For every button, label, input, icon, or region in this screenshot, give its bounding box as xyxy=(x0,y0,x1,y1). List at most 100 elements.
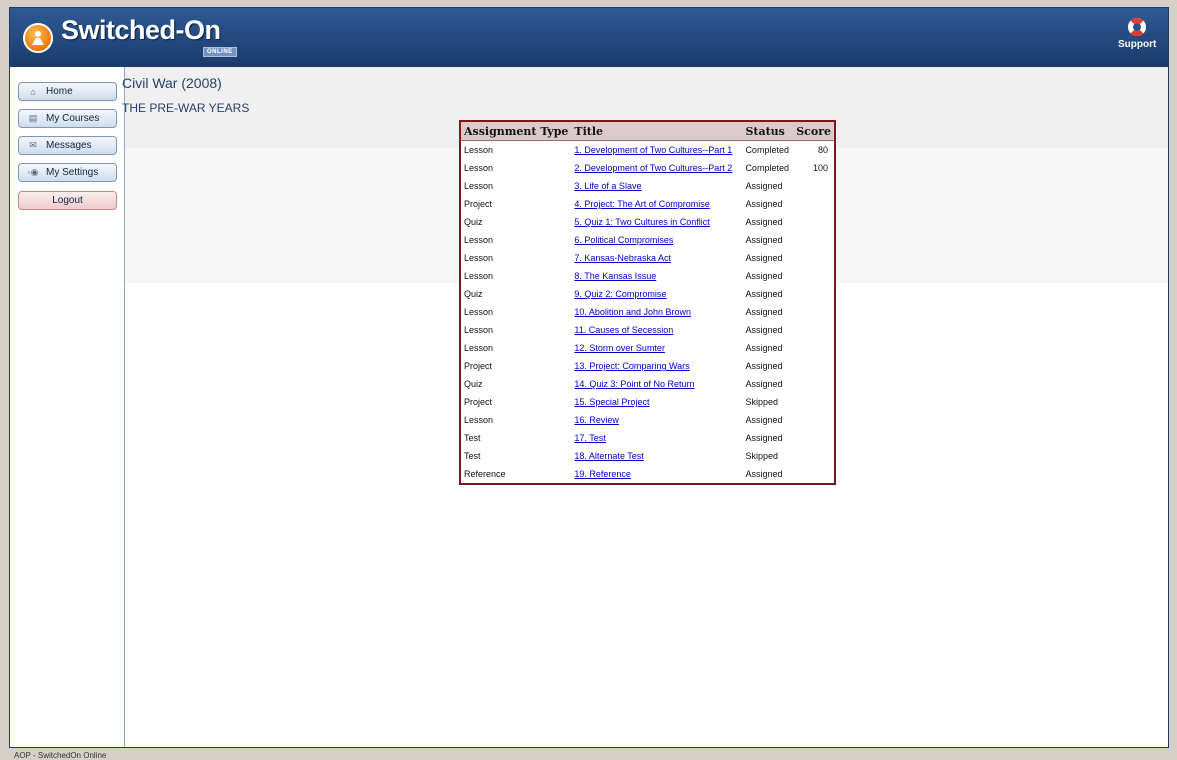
assignment-type-cell: Lesson xyxy=(464,415,494,425)
column-header-title: Title xyxy=(571,121,743,141)
envelope-icon: ✉ xyxy=(29,140,37,150)
app-logo-subtitle: ONLINE xyxy=(203,47,237,57)
document-icon: ▤ xyxy=(28,113,38,123)
assignment-type-cell: Reference xyxy=(464,469,506,479)
title-cell: 14. Quiz 3: Point of No Return xyxy=(571,375,742,393)
sidebar-item-label: Messages xyxy=(46,140,92,151)
assignment-type-cell: Quiz xyxy=(464,379,483,389)
assignment-link[interactable]: 12. Storm over Sumter xyxy=(574,343,665,353)
status-cell: Assigned xyxy=(745,235,783,245)
title-cell: 8. The Kansas Issue xyxy=(571,267,742,285)
score-cell xyxy=(793,321,835,339)
title-cell: 18. Alternate Test xyxy=(571,447,742,465)
title-cell: 3. Life of a Slave xyxy=(571,177,742,195)
status-cell: Assigned xyxy=(745,271,783,281)
table-row: Lesson 10. Abolition and John Brown Assign… xyxy=(460,303,835,321)
home-icon: ⌂ xyxy=(30,86,36,97)
assignment-link[interactable]: 16. Review xyxy=(574,415,619,425)
score-cell xyxy=(793,231,835,249)
assignments-table-body: Lesson 1. Development of Two Cultures--Pa… xyxy=(460,141,835,485)
assignment-link[interactable]: 9. Quiz 2: Compromise xyxy=(574,289,666,299)
assignment-type-cell: Lesson xyxy=(464,253,494,263)
assignment-link[interactable]: 7. Kansas-Nebraska Act xyxy=(574,253,671,263)
assignment-type-cell: Project xyxy=(464,199,493,209)
assignment-link[interactable]: 14. Quiz 3: Point of No Return xyxy=(574,379,694,389)
assignment-link[interactable]: 15. Special Project xyxy=(574,397,649,407)
score-cell xyxy=(793,411,835,429)
status-cell: Assigned xyxy=(745,415,783,425)
assignment-link[interactable]: 19. Reference xyxy=(574,469,631,479)
table-row: Project 13. Project: Comparing Wars Assign… xyxy=(460,357,835,375)
assignment-link[interactable]: 18. Alternate Test xyxy=(574,451,643,461)
assignment-link[interactable]: 4. Project: The Art of Compromise xyxy=(574,199,709,209)
table-row: Lesson 12. Storm over Sumter Assigned xyxy=(460,339,835,357)
title-cell: 2. Development of Two Cultures--Part 2 xyxy=(571,159,742,177)
assignment-link[interactable]: 1. Development of Two Cultures--Part 1 xyxy=(574,145,732,155)
unit-title: THE PRE-WAR YEARS xyxy=(122,101,250,115)
assignment-type-cell: Lesson xyxy=(464,163,494,173)
assignment-type-cell: Test xyxy=(464,451,481,461)
assignment-type-cell: Lesson xyxy=(464,235,494,245)
title-cell: 1. Development of Two Cultures--Part 1 xyxy=(571,141,742,160)
table-row: Quiz 14. Quiz 3: Point of No Return Assign… xyxy=(460,375,835,393)
app-logo-title: Switched-On xyxy=(61,15,221,45)
logout-label: Logout xyxy=(52,195,83,206)
title-cell: 16. Review xyxy=(571,411,742,429)
table-row: Reference 19. Reference Assigned xyxy=(460,465,835,484)
score-cell xyxy=(793,195,835,213)
status-cell: Assigned xyxy=(745,379,783,389)
sidebar-nav: ⌂ Home ▤ My Courses ✉ Messages ◦◉ My Set… xyxy=(10,67,125,747)
sidebar-item-my-settings[interactable]: ◦◉ My Settings xyxy=(18,163,117,182)
title-cell: 11. Causes of Secession xyxy=(571,321,742,339)
settings-icon: ◦◉ xyxy=(27,167,39,177)
status-cell: Assigned xyxy=(745,325,783,335)
sidebar-item-messages[interactable]: ✉ Messages xyxy=(18,136,117,155)
status-bar-text: AOP - SwitchedOn Online xyxy=(14,751,107,760)
assignment-type-cell: Lesson xyxy=(464,145,494,155)
assignment-link[interactable]: 6. Political Compromises xyxy=(574,235,673,245)
title-cell: 17. Test xyxy=(571,429,742,447)
assignment-link[interactable]: 17. Test xyxy=(574,433,605,443)
assignment-link[interactable]: 2. Development of Two Cultures--Part 2 xyxy=(574,163,732,173)
sidebar-item-my-courses[interactable]: ▤ My Courses xyxy=(18,109,117,128)
status-cell: Assigned xyxy=(745,361,783,371)
assignment-link[interactable]: 8. The Kansas Issue xyxy=(574,271,656,281)
score-cell xyxy=(793,177,835,195)
score-cell xyxy=(793,213,835,231)
status-cell: Assigned xyxy=(745,307,783,317)
assignment-link[interactable]: 3. Life of a Slave xyxy=(574,181,641,191)
score-cell xyxy=(793,303,835,321)
score-cell xyxy=(793,285,835,303)
score-cell xyxy=(793,339,835,357)
status-cell: Assigned xyxy=(745,469,783,479)
title-cell: 6. Political Compromises xyxy=(571,231,742,249)
assignment-link[interactable]: 11. Causes of Secession xyxy=(574,325,673,335)
assignment-link[interactable]: 13. Project: Comparing Wars xyxy=(574,361,689,371)
sidebar-item-home[interactable]: ⌂ Home xyxy=(18,82,117,101)
table-row: Lesson 6. Political Compromises Assigned xyxy=(460,231,835,249)
table-row: Test 18. Alternate Test Skipped xyxy=(460,447,835,465)
assignment-link[interactable]: 5. Quiz 1: Two Cultures in Conflict xyxy=(574,217,709,227)
table-header-row: Assignment Type Title Status Score xyxy=(460,121,835,141)
support-button[interactable]: Support xyxy=(1118,18,1156,50)
assignment-link[interactable]: 10. Abolition and John Brown xyxy=(574,307,691,317)
title-cell: 9. Quiz 2: Compromise xyxy=(571,285,742,303)
title-cell: 5. Quiz 1: Two Cultures in Conflict xyxy=(571,213,742,231)
status-cell: Assigned xyxy=(745,289,783,299)
title-cell: 19. Reference xyxy=(571,465,742,484)
table-row: Project 4. Project: The Art of Compromise… xyxy=(460,195,835,213)
table-row: Project 15. Special Project Skipped xyxy=(460,393,835,411)
score-cell xyxy=(793,249,835,267)
sidebar-item-label: My Courses xyxy=(46,113,100,124)
title-cell: 7. Kansas-Nebraska Act xyxy=(571,249,742,267)
status-cell: Completed xyxy=(745,145,789,155)
assignment-type-cell: Quiz xyxy=(464,289,483,299)
assignment-type-cell: Lesson xyxy=(464,271,494,281)
status-cell: Skipped xyxy=(745,397,778,407)
assignment-type-cell: Lesson xyxy=(464,325,494,335)
table-row: Lesson 7. Kansas-Nebraska Act Assigned xyxy=(460,249,835,267)
logout-button[interactable]: Logout xyxy=(18,191,117,210)
score-cell xyxy=(793,267,835,285)
table-row: Lesson 2. Development of Two Cultures--Pa… xyxy=(460,159,835,177)
score-cell xyxy=(793,375,835,393)
